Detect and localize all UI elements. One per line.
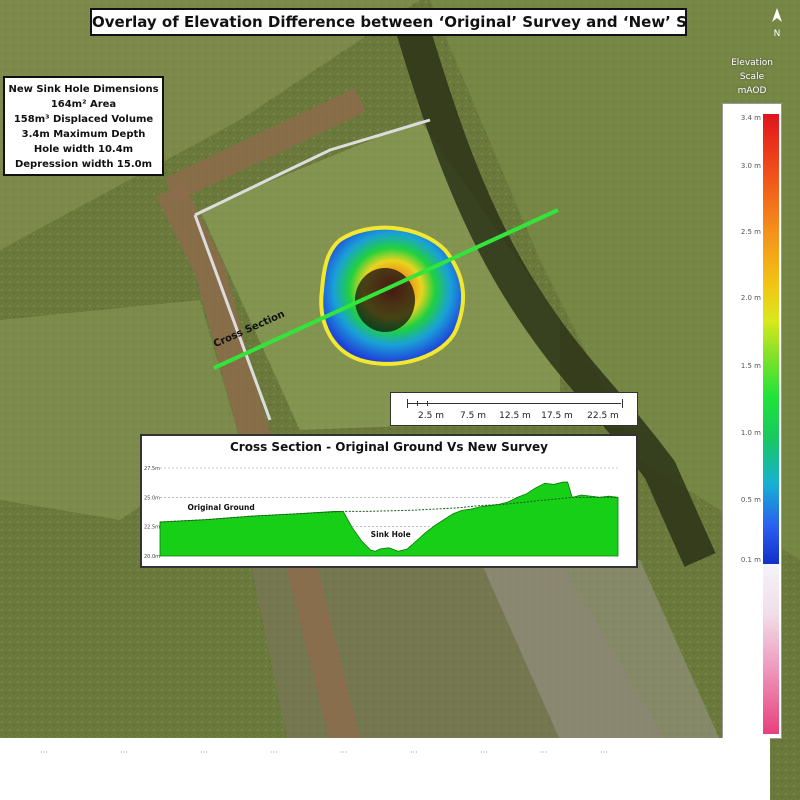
scale-bar-tick bbox=[622, 399, 623, 408]
legend-tick: 1.5 m bbox=[740, 362, 761, 370]
legend-tick: 2.5 m bbox=[740, 228, 761, 236]
y-tick-label: 27.5m bbox=[144, 466, 160, 472]
legend-tick: 3.0 m bbox=[740, 162, 761, 170]
legend-tick: 1.0 m bbox=[740, 429, 761, 437]
elevation-ramp-lower bbox=[763, 564, 779, 734]
legend-tick: 0.1 m bbox=[740, 556, 761, 564]
elevation-scale-title: Elevation Scale mAOD bbox=[724, 56, 780, 98]
new-survey-area bbox=[159, 481, 619, 557]
original-ground-label: Original Ground bbox=[187, 503, 254, 512]
coordinate-tick: ··· bbox=[270, 748, 278, 757]
cross-section-title: Cross Section - Original Ground Vs New S… bbox=[230, 440, 548, 454]
dimension-line: 164m² Area bbox=[50, 99, 117, 110]
north-arrow-icon bbox=[772, 8, 782, 22]
dimension-line: Hole width 10.4m bbox=[33, 144, 134, 155]
bottom-coordinate-strip: ··· ··· ··· ··· ··· ··· ··· ··· ··· bbox=[0, 738, 770, 800]
y-tick-label: 22.5m bbox=[144, 525, 160, 531]
y-tick-label: 20.0m bbox=[144, 554, 160, 560]
y-tick-label: 25.0m bbox=[144, 495, 160, 501]
coordinate-tick: ··· bbox=[200, 748, 208, 757]
coordinate-tick: ··· bbox=[480, 748, 488, 757]
scale-bar-label: 7.5 m bbox=[460, 411, 486, 421]
cross-section-chart: 27.5m 25.0m 22.5m 20.0m Original Ground Sink … bbox=[144, 466, 619, 560]
scale-bar-label: 2.5 m bbox=[418, 411, 444, 421]
scale-bar-label: 17.5 m bbox=[541, 411, 573, 421]
scale-title-line: Elevation bbox=[731, 58, 773, 68]
dimension-line: 3.4m Maximum Depth bbox=[21, 129, 146, 140]
map-scale-bar: 2.5 m 7.5 m 12.5 m 17.5 m 22.5 m bbox=[390, 392, 638, 426]
dimension-line: 158m³ Displaced Volume bbox=[13, 114, 154, 125]
sinkhole-dimensions-panel: New Sink Hole Dimensions 164m² Area 158m… bbox=[3, 76, 164, 176]
scale-bar-label: 12.5 m bbox=[499, 411, 531, 421]
coordinate-tick: ··· bbox=[340, 748, 348, 757]
elevation-color-ramp bbox=[763, 114, 779, 734]
legend-tick: 0.5 m bbox=[740, 496, 761, 504]
scale-bar-minor-tick bbox=[427, 401, 428, 406]
elevation-legend: 3.4 m 3.0 m 2.5 m 2.0 m 1.5 m 1.0 m 0.5 … bbox=[722, 103, 782, 739]
coordinate-tick: ··· bbox=[410, 748, 418, 757]
legend-tick: 3.4 m bbox=[740, 114, 761, 122]
north-arrow: N bbox=[770, 8, 784, 39]
coordinate-tick: ··· bbox=[540, 748, 548, 757]
north-label: N bbox=[773, 29, 781, 39]
sink-hole-label: Sink Hole bbox=[371, 530, 411, 539]
scale-title-line: Scale bbox=[739, 72, 765, 82]
coordinate-tick: ··· bbox=[40, 748, 48, 757]
elevation-ramp-upper bbox=[763, 114, 779, 564]
scale-bar-tick bbox=[407, 399, 408, 408]
scale-title-line: mAOD bbox=[737, 86, 767, 96]
scale-bar-minor-tick bbox=[417, 401, 418, 406]
map-title: Overlay of Elevation Difference between … bbox=[90, 8, 687, 36]
cross-section-panel: Cross Section - Original Ground Vs New S… bbox=[140, 434, 638, 568]
coordinate-tick: ··· bbox=[120, 748, 128, 757]
dimension-line: Depression width 15.0m bbox=[14, 159, 153, 170]
legend-tick: 2.0 m bbox=[740, 294, 761, 302]
scale-bar-label: 22.5 m bbox=[587, 411, 619, 421]
coordinate-tick: ··· bbox=[600, 748, 608, 757]
dimensions-heading: New Sink Hole Dimensions bbox=[8, 84, 159, 95]
scale-bar-line bbox=[407, 403, 621, 404]
